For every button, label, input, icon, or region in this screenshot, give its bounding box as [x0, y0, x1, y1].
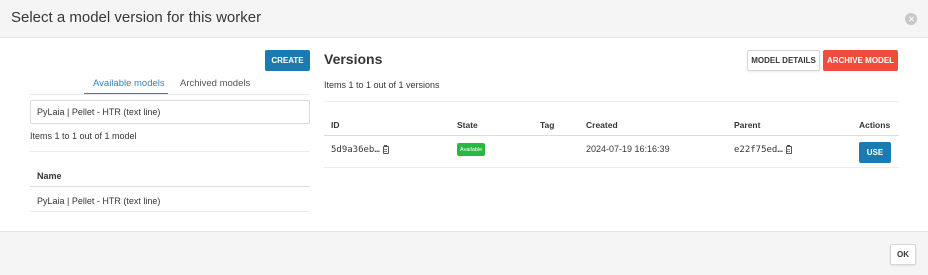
archive-model-button[interactable]: ARCHIVE MODEL: [823, 50, 898, 71]
models-count: Items 1 to 1 out of 1 model: [30, 131, 137, 141]
divider: [324, 101, 899, 102]
modal-header: Select a model version for this worker: [0, 0, 928, 38]
create-button[interactable]: CREATE: [265, 50, 310, 71]
divider: [30, 151, 310, 152]
divider: [324, 135, 899, 136]
column-header-state: State: [457, 120, 478, 130]
version-id: 5d9a36eb…: [331, 145, 380, 155]
model-search-input[interactable]: PyLaia | Pellet - HTR (text line): [30, 100, 310, 124]
versions-count: Items 1 to 1 out of 1 versions: [324, 80, 440, 90]
modal-footer: OK: [0, 231, 928, 275]
active-tab-indicator: [84, 93, 168, 94]
column-header-name: Name: [37, 171, 62, 181]
status-badge: Available: [457, 143, 486, 156]
model-details-button[interactable]: MODEL DETAILS: [747, 50, 820, 71]
clipboard-icon[interactable]: [382, 144, 389, 154]
column-header-tag: Tag: [540, 120, 555, 130]
model-row[interactable]: PyLaia | Pellet - HTR (text line): [37, 196, 160, 206]
column-header-id: ID: [331, 120, 340, 130]
column-header-actions: Actions: [859, 120, 891, 130]
use-button[interactable]: USE: [859, 142, 891, 163]
parent-id: e22f75ed…: [734, 145, 783, 155]
divider: [30, 186, 310, 187]
divider: [30, 211, 310, 212]
versions-title: Versions: [324, 51, 383, 67]
column-header-parent: Parent: [734, 120, 761, 130]
column-header-created: Created: [586, 120, 618, 130]
tab-available-models[interactable]: Available models: [93, 78, 165, 89]
created-date: 2024-07-19 16:16:39: [586, 144, 670, 154]
ok-button[interactable]: OK: [890, 244, 916, 265]
parent-cell: e22f75ed…: [734, 144, 792, 155]
version-id-cell: 5d9a36eb…: [331, 144, 389, 155]
close-icon[interactable]: [905, 13, 917, 25]
clipboard-icon[interactable]: [785, 144, 792, 154]
tabs-divider: [30, 94, 310, 95]
divider: [324, 167, 899, 168]
modal-title: Select a model version for this worker: [11, 9, 262, 26]
tab-archived-models[interactable]: Archived models: [180, 78, 250, 89]
